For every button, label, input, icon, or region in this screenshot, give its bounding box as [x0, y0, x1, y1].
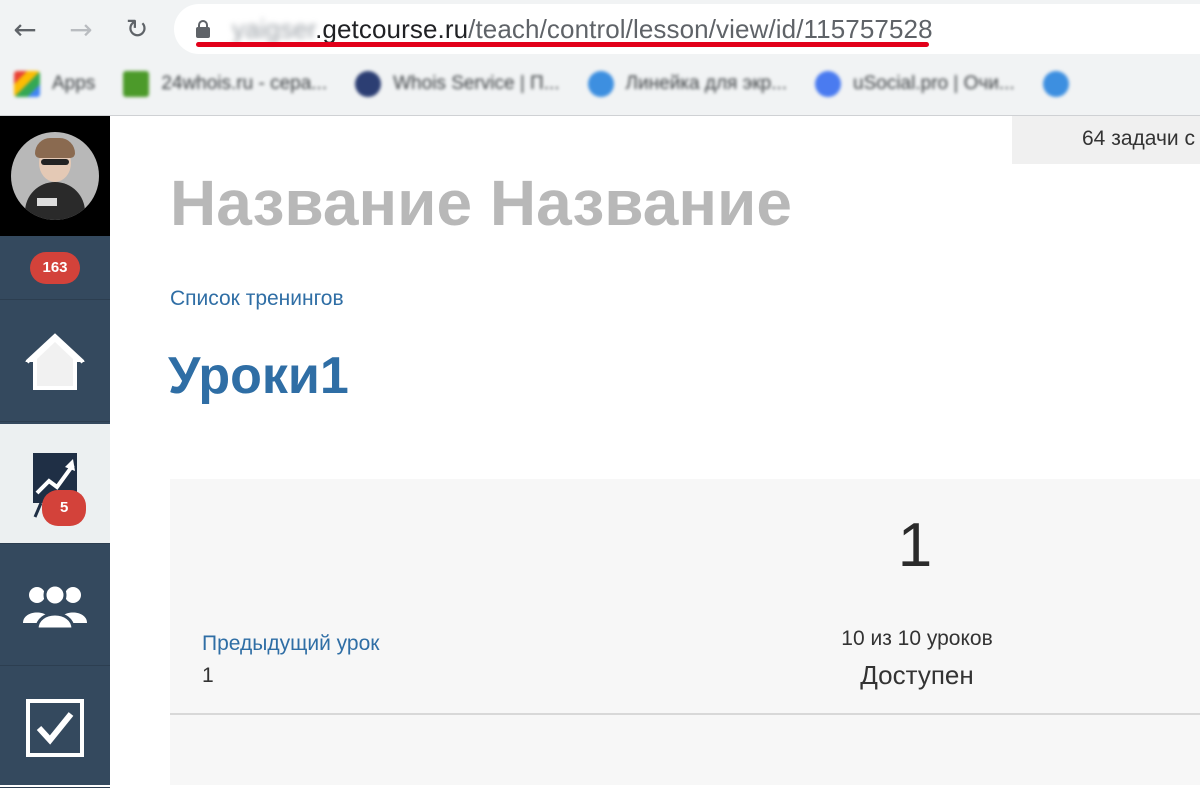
bookmarks-bar: Apps 24whois.ru - сера... Whois Service … [0, 62, 1200, 106]
notifications-counter[interactable]: 163 [0, 236, 110, 300]
left-sidebar: 163 5 [0, 116, 110, 788]
reload-icon[interactable]: ↻ [120, 12, 154, 46]
previous-lesson-link[interactable]: Предыдущий урок [202, 632, 379, 656]
tasks-counter[interactable]: 64 задачи с [1012, 116, 1200, 164]
bookmark-whois-service[interactable]: Whois Service | П... [355, 71, 560, 97]
apps-grid-icon [14, 71, 40, 97]
whois-service-icon [355, 71, 382, 97]
back-arrow-icon[interactable]: ← [8, 12, 42, 46]
forward-arrow-icon[interactable]: → [64, 12, 98, 46]
url-host: .getcourse.ru [315, 13, 469, 44]
divider [170, 713, 1200, 715]
24whois-icon [123, 71, 150, 97]
bookmark-icon [1042, 71, 1069, 97]
home-icon [25, 332, 85, 390]
url-highlight-underline [196, 42, 929, 47]
bookmark-ruler[interactable]: Линейка для экр... [587, 71, 787, 97]
bookmark-usocial[interactable]: uSocial.pro | Очи... [815, 71, 1015, 97]
breadcrumb-training-list[interactable]: Список тренингов [170, 287, 344, 311]
lock-icon [196, 20, 210, 38]
sidebar-item-home[interactable] [0, 302, 110, 422]
usocial-icon [815, 71, 842, 97]
avatar[interactable] [11, 132, 99, 220]
user-avatar-block[interactable] [0, 116, 110, 236]
notifications-badge: 163 [30, 251, 80, 284]
browser-chrome: ← → ↻ yaigser.getcourse.ru/teach/control… [0, 0, 1200, 116]
users-group-icon [23, 583, 87, 630]
lesson-status: Доступен [860, 660, 974, 690]
bookmark-extra[interactable] [1042, 71, 1081, 97]
current-lesson-number: 1 [897, 511, 933, 580]
bookmark-apps[interactable]: Apps [14, 71, 95, 97]
lesson-count-text: 10 из 10 уроков [841, 627, 993, 650]
url-text[interactable]: yaigser.getcourse.ru/teach/control/lesso… [232, 14, 933, 45]
url-host-blurred: yaigser [232, 13, 316, 44]
bookmark-24whois[interactable]: 24whois.ru - сера... [123, 71, 327, 97]
section-title[interactable]: Уроки1 [168, 346, 349, 406]
ruler-icon [587, 71, 614, 97]
sidebar-item-users[interactable] [0, 546, 110, 666]
previous-lesson-number: 1 [202, 664, 214, 687]
sidebar-item-tasks[interactable] [0, 668, 110, 788]
url-path: /teach/control/lesson/view/id/115757528 [468, 13, 933, 44]
sidebar-item-stats[interactable]: 5 [0, 424, 110, 544]
stats-badge: 5 [42, 490, 87, 526]
checkbox-icon [26, 698, 84, 757]
page-title: Название Название [170, 167, 792, 239]
